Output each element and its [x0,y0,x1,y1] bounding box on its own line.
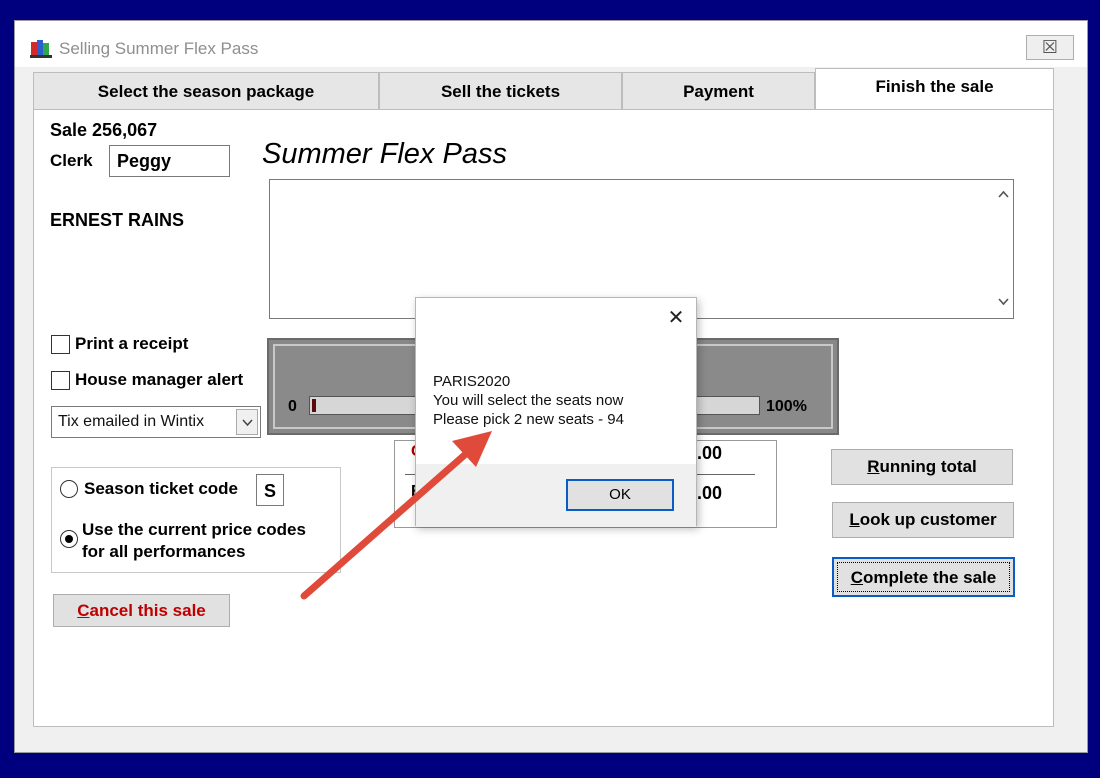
annotation-arrow [300,431,492,600]
